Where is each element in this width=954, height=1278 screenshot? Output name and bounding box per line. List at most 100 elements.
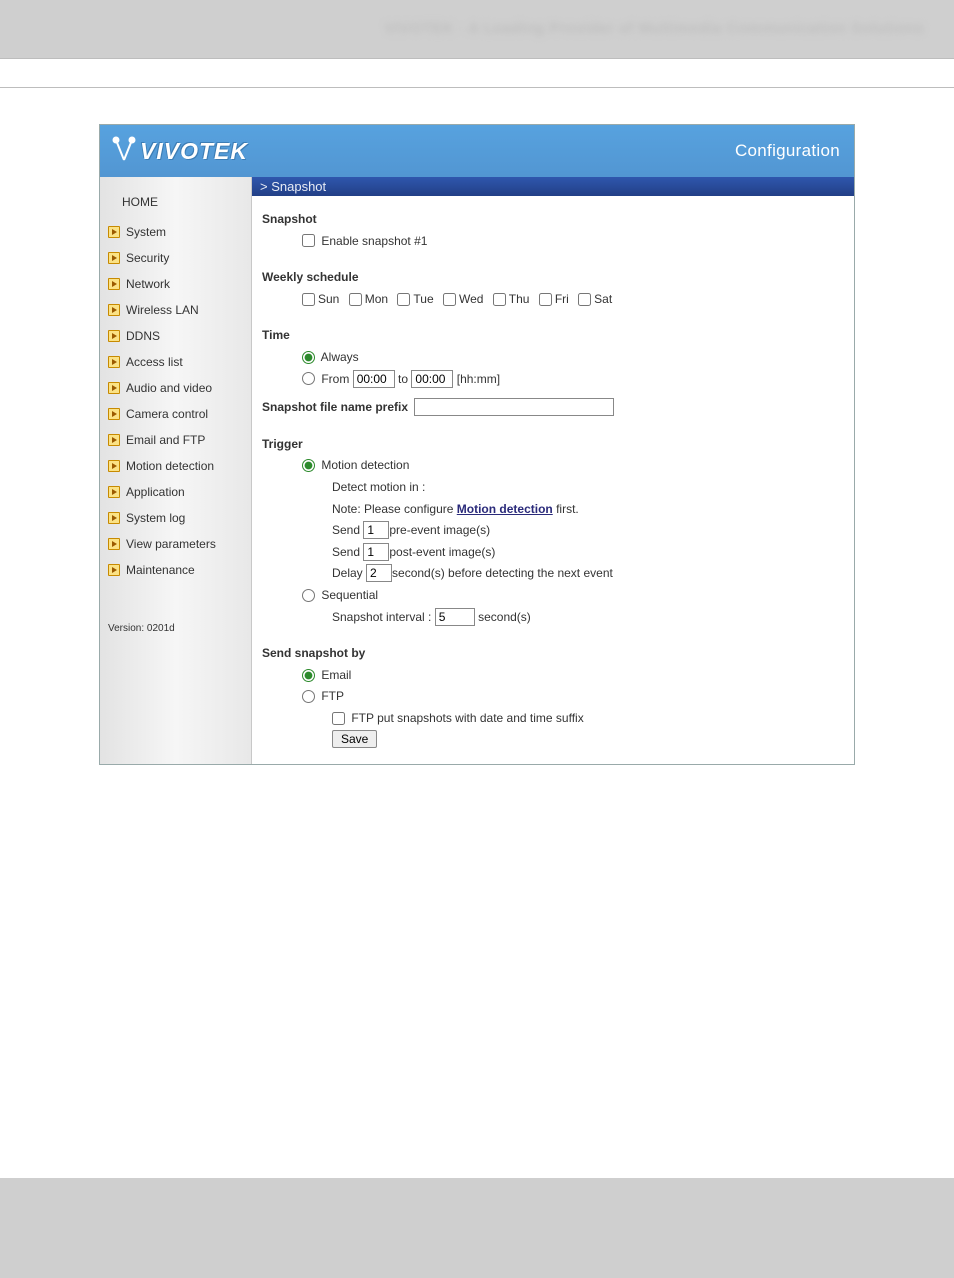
day-text: Tue (413, 292, 433, 306)
send-email-radio[interactable] (302, 669, 315, 682)
sidebar-item-email-ftp[interactable]: Email and FTP (100, 427, 251, 453)
day-mon-label[interactable]: Mon (349, 292, 388, 306)
brand-logo: VIVOTEK (112, 136, 248, 166)
enable-snapshot-checkbox[interactable] (302, 234, 315, 247)
day-fri-label[interactable]: Fri (539, 292, 569, 306)
trigger-motion-label[interactable]: Motion detection (302, 458, 409, 472)
sidebar-item-label: Application (126, 482, 185, 502)
pre-event-input[interactable] (363, 521, 389, 539)
day-sun-checkbox[interactable] (302, 293, 315, 306)
trigger-sequential-radio[interactable] (302, 589, 315, 602)
arrow-icon (108, 408, 120, 420)
day-sat-checkbox[interactable] (578, 293, 591, 306)
send-post-a: Send (332, 545, 363, 559)
sidebar-item-system-log[interactable]: System log (100, 505, 251, 531)
arrow-icon (108, 382, 120, 394)
sidebar-item-wireless-lan[interactable]: Wireless LAN (100, 297, 251, 323)
sidebar-item-view-parameters[interactable]: View parameters (100, 531, 251, 557)
version-text: Version: 0201d (100, 583, 251, 634)
day-mon-checkbox[interactable] (349, 293, 362, 306)
arrow-icon (108, 356, 120, 368)
day-tue-label[interactable]: Tue (397, 292, 433, 306)
day-wed-label[interactable]: Wed (443, 292, 483, 306)
day-text: Sat (594, 292, 612, 306)
send-ftp-text: FTP (321, 689, 344, 703)
sidebar-item-maintenance[interactable]: Maintenance (100, 557, 251, 583)
sidebar-item-label: Security (126, 248, 169, 268)
time-from-input[interactable] (353, 370, 395, 388)
day-text: Mon (365, 292, 388, 306)
time-always-label[interactable]: Always (302, 350, 359, 364)
enable-snapshot-label[interactable]: Enable snapshot #1 (302, 234, 427, 248)
sidebar-item-label: Email and FTP (126, 430, 205, 450)
trigger-motion-radio[interactable] (302, 459, 315, 472)
time-heading: Time (262, 326, 844, 345)
interval-input[interactable] (435, 608, 475, 626)
send-pre-a: Send (332, 523, 363, 537)
time-from-radio[interactable] (302, 372, 315, 385)
sidebar-item-system[interactable]: System (100, 219, 251, 245)
ftp-suffix-text: FTP put snapshots with date and time suf… (351, 711, 583, 725)
save-button[interactable]: Save (332, 730, 377, 748)
sidebar-item-access-list[interactable]: Access list (100, 349, 251, 375)
day-sat-label[interactable]: Sat (578, 292, 612, 306)
sidebar-item-home[interactable]: HOME (100, 187, 251, 219)
motion-detection-link[interactable]: Motion detection (457, 502, 553, 516)
day-fri-checkbox[interactable] (539, 293, 552, 306)
ftp-suffix-label[interactable]: FTP put snapshots with date and time suf… (332, 711, 584, 725)
enable-snapshot-text: Enable snapshot #1 (321, 234, 427, 248)
day-text: Fri (555, 292, 569, 306)
sidebar-item-security[interactable]: Security (100, 245, 251, 271)
brand-text: VIVOTEK (140, 138, 248, 165)
days-row: Sun Mon Tue Wed Thu Fri Sat (262, 290, 844, 309)
arrow-icon (108, 434, 120, 446)
sidebar-item-application[interactable]: Application (100, 479, 251, 505)
time-always-radio[interactable] (302, 351, 315, 364)
interval-b: second(s) (478, 610, 531, 624)
prefix-label: Snapshot file name prefix (262, 398, 408, 417)
sidebar-item-network[interactable]: Network (100, 271, 251, 297)
sidebar-item-ddns[interactable]: DDNS (100, 323, 251, 349)
trigger-motion-text: Motion detection (321, 458, 409, 472)
arrow-icon (108, 252, 120, 264)
time-from-label[interactable]: From (302, 372, 353, 386)
prefix-input[interactable] (414, 398, 614, 416)
post-event-input[interactable] (363, 543, 389, 561)
sidebar-item-label: View parameters (126, 534, 216, 554)
day-thu-label[interactable]: Thu (493, 292, 530, 306)
sidebar-item-camera-control[interactable]: Camera control (100, 401, 251, 427)
sidebar-item-audio-video[interactable]: Audio and video (100, 375, 251, 401)
note-post: first. (553, 502, 579, 516)
arrow-icon (108, 486, 120, 498)
motion-note: Note: Please configure Motion detection … (262, 500, 844, 519)
time-hint: [hh:mm] (457, 372, 500, 386)
trigger-heading: Trigger (262, 435, 844, 454)
arrow-icon (108, 460, 120, 472)
send-ftp-radio[interactable] (302, 690, 315, 703)
send-email-label[interactable]: Email (302, 668, 351, 682)
sidebar-item-motion-detection[interactable]: Motion detection (100, 453, 251, 479)
day-wed-checkbox[interactable] (443, 293, 456, 306)
trigger-sequential-label[interactable]: Sequential (302, 588, 378, 602)
time-to-input[interactable] (411, 370, 453, 388)
sidebar: HOME System Security Network Wireless LA… (100, 177, 252, 764)
day-tue-checkbox[interactable] (397, 293, 410, 306)
send-ftp-label[interactable]: FTP (302, 689, 344, 703)
delay-input[interactable] (366, 564, 392, 582)
sidebar-item-label: Camera control (126, 404, 208, 424)
arrow-icon (108, 304, 120, 316)
send-email-text: Email (321, 668, 351, 682)
day-sun-label[interactable]: Sun (302, 292, 339, 306)
sidebar-item-label: Wireless LAN (126, 300, 199, 320)
arrow-icon (108, 538, 120, 550)
configuration-link[interactable]: Configuration (735, 141, 840, 161)
day-thu-checkbox[interactable] (493, 293, 506, 306)
note-pre: Note: Please configure (332, 502, 457, 516)
form-body: Snapshot Enable snapshot #1 Weekly sched… (252, 196, 854, 764)
delay-a: Delay (332, 566, 366, 580)
send-pre-b: pre-event image(s) (389, 523, 490, 537)
sidebar-item-label: DDNS (126, 326, 160, 346)
content-area: VIVOTEK Configuration HOME System Securi… (0, 88, 954, 1178)
interval-a: Snapshot interval : (332, 610, 431, 624)
ftp-suffix-checkbox[interactable] (332, 712, 345, 725)
